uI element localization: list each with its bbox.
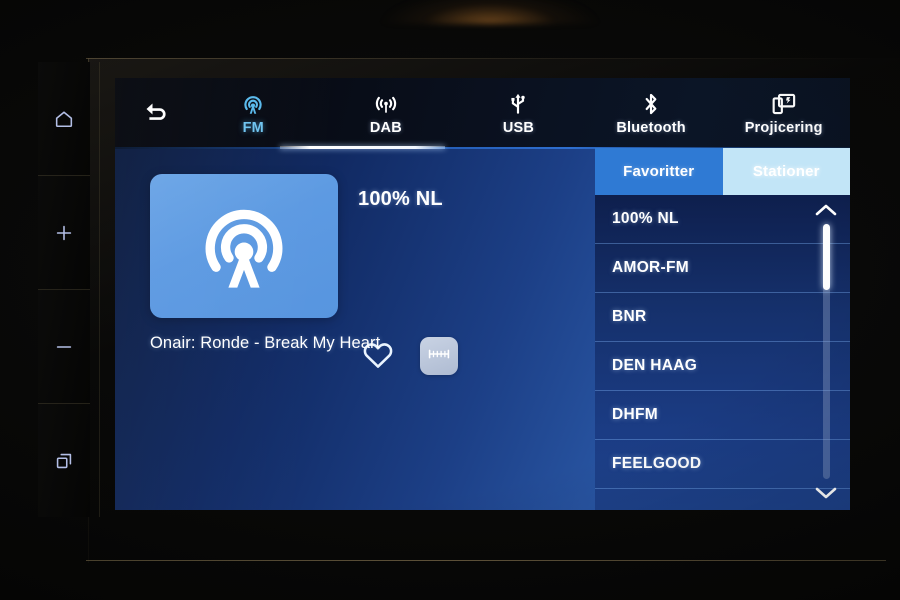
scrollbar-track[interactable]	[822, 224, 830, 479]
lens-flare	[380, 0, 600, 24]
radio-tower-icon	[240, 91, 266, 117]
antenna-waves-icon	[373, 91, 399, 117]
tab-label: Favoritter	[623, 163, 695, 180]
tuner-button[interactable]	[420, 337, 458, 375]
list-item-label: BNR	[612, 308, 647, 325]
screen-body: 100% NL Onair: Ronde - Break My Heart Fa…	[115, 148, 850, 510]
station-artwork[interactable]	[150, 174, 338, 318]
home-icon	[53, 108, 75, 130]
usb-icon	[505, 91, 531, 117]
frequency-dial-icon	[427, 345, 451, 368]
now-playing-station-name: 100% NL	[358, 188, 443, 210]
tab-label: Stationer	[752, 163, 820, 180]
list-tab-bar: Favoritter Stationer	[595, 148, 850, 195]
chevron-up-icon[interactable]	[813, 202, 839, 218]
onair-text: Onair: Ronde - Break My Heart	[150, 334, 381, 352]
back-button[interactable]	[125, 78, 187, 148]
windows-icon	[53, 450, 75, 472]
list-item-label: 100% NL	[612, 210, 679, 227]
list-item-label: AMOR-FM	[612, 259, 689, 276]
hardware-key-home[interactable]	[38, 62, 90, 175]
hardware-key-apps[interactable]	[38, 403, 90, 517]
source-tab-label: FM	[242, 119, 264, 136]
infotainment-screen: FM DAB USB Bluetooth Projicering 100% NL…	[115, 78, 850, 510]
radio-tower-icon	[192, 194, 296, 298]
source-tab-dab[interactable]: DAB	[320, 78, 453, 148]
bezel-highlight-bottom	[86, 560, 886, 561]
hardware-key-column	[38, 62, 100, 517]
back-arrow-icon	[141, 98, 171, 129]
now-playing-pane: 100% NL Onair: Ronde - Break My Heart	[115, 148, 595, 510]
minus-icon	[53, 336, 75, 358]
bezel-edge	[99, 62, 100, 517]
source-tab-label: DAB	[369, 119, 402, 136]
chevron-down-icon[interactable]	[813, 485, 839, 501]
bezel-highlight-top	[86, 58, 876, 59]
list-item-label: DHFM	[612, 406, 658, 423]
station-list-pane: Favoritter Stationer 100% NL AMOR-FM BNR	[595, 78, 850, 510]
hardware-key-volume-down[interactable]	[38, 289, 90, 403]
source-tab-label: USB	[502, 119, 535, 136]
plus-icon	[53, 222, 75, 244]
list-item-label: DEN HAAG	[612, 357, 698, 374]
hardware-key-volume-up[interactable]	[38, 175, 90, 289]
source-tab-usb[interactable]: USB	[452, 78, 585, 148]
tab-stationer[interactable]: Stationer	[722, 148, 850, 195]
head-unit-photo: FM DAB USB Bluetooth Projicering 100% NL…	[0, 0, 900, 600]
list-scrollbar[interactable]	[811, 195, 841, 510]
source-tab-fm[interactable]: FM	[187, 78, 320, 148]
active-tab-indicator	[280, 146, 445, 149]
list-item-label: FEELGOOD	[612, 455, 702, 472]
station-list[interactable]: 100% NL AMOR-FM BNR DEN HAAG DHFM FEELGO…	[595, 195, 850, 510]
tab-favoritter[interactable]: Favoritter	[595, 148, 723, 195]
scrollbar-thumb[interactable]	[822, 224, 830, 291]
